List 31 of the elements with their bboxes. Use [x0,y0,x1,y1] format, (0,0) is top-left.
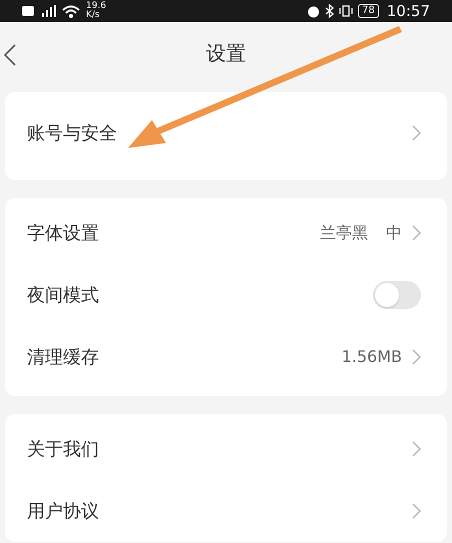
row-label: 用户协议 [27,500,99,524]
row-label: 关于我们 [27,438,99,462]
row-label: 账号与安全 [27,122,117,146]
chevron-right-icon [412,225,421,241]
settings-row[interactable]: 账号与安全 [5,102,447,164]
chevron-right-icon [412,349,421,365]
settings-row[interactable]: 关于我们 [5,418,447,480]
network-speed: 19.6 [86,2,106,11]
row-value: 中 [386,222,402,244]
row-label: 清理缓存 [27,346,99,370]
page-title: 设置 [206,40,246,67]
row-label: 字体设置 [27,222,99,246]
row-value: 1.56MB [342,346,402,368]
clock-time: 10:57 [386,0,430,22]
chevron-right-icon [412,125,421,141]
signal-icon [40,5,56,17]
settings-row[interactable]: 字体设置 兰亭黑 中 [5,202,447,264]
row-value: 兰亭黑 [320,222,368,244]
chevron-right-icon [412,441,421,457]
settings-row[interactable]: 清理缓存 1.56MB [5,326,447,388]
battery-level: 78 [358,4,379,18]
bluetooth-icon [325,4,334,18]
settings-row[interactable]: 夜间模式 [5,264,447,326]
wifi-icon [62,4,80,18]
back-icon[interactable] [4,44,16,66]
vibrate-icon [339,5,354,17]
chevron-right-icon [412,503,421,519]
toggle-switch[interactable] [373,281,421,309]
row-label: 夜间模式 [27,284,99,308]
speed-unit: K/s [86,11,101,20]
settings-row[interactable]: 用户协议 [5,480,447,542]
